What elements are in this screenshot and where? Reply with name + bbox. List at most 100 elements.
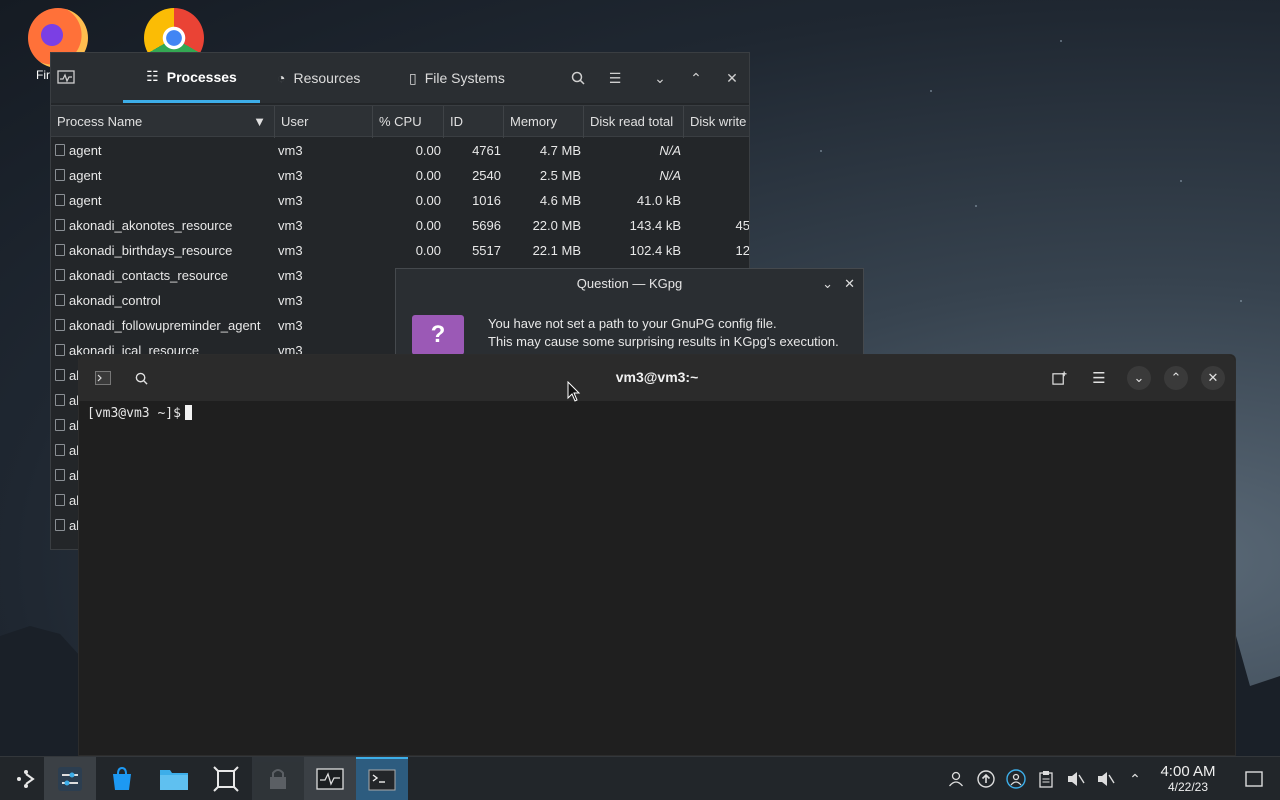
table-row[interactable]: akonadi_akonotes_resource vm3 0.00 5696 22.0… bbox=[51, 213, 749, 238]
launcher-icon bbox=[17, 770, 35, 788]
cell-mem: 2.5 MB bbox=[539, 168, 581, 183]
process-icon bbox=[55, 444, 65, 456]
cell-id: 4761 bbox=[472, 143, 501, 158]
cell-cpu: 0.00 bbox=[415, 143, 441, 158]
cell-write bbox=[684, 163, 749, 188]
tab-resources-label: Resources bbox=[293, 70, 361, 86]
process-icon bbox=[55, 369, 65, 381]
cell-write: 45 bbox=[735, 218, 750, 233]
clipboard-icon[interactable] bbox=[1036, 769, 1056, 789]
cell-cpu: 0.00 bbox=[415, 243, 441, 258]
cell-user: vm3 bbox=[278, 243, 303, 258]
updates-icon[interactable] bbox=[976, 769, 996, 789]
cell-id: 2540 bbox=[472, 168, 501, 183]
maximize-icon[interactable]: ⌃ bbox=[685, 67, 707, 89]
sort-desc-icon: ▼ bbox=[253, 114, 266, 129]
hamburger-menu-icon[interactable]: ☰ bbox=[604, 67, 626, 89]
cell-mem: 4.6 MB bbox=[539, 193, 581, 208]
tab-file-systems[interactable]: ▯ File Systems bbox=[409, 53, 505, 103]
cell-mem: 22.0 MB bbox=[532, 218, 581, 233]
system-monitor-task[interactable] bbox=[304, 757, 356, 800]
star bbox=[1060, 40, 1062, 42]
table-row[interactable]: akonadi_birthdays_resource vm3 0.00 5517 22.… bbox=[51, 238, 749, 263]
column-process-name[interactable]: Process Name ▼ bbox=[51, 106, 275, 138]
cell-name: agent bbox=[69, 143, 102, 158]
overview-frame-icon bbox=[213, 766, 239, 792]
cell-id: 5696 bbox=[472, 218, 501, 233]
cell-mem: 22.1 MB bbox=[532, 243, 581, 258]
tab-resources[interactable]: ◔ Resources bbox=[277, 53, 360, 103]
cell-name: agent bbox=[69, 168, 102, 183]
cell-user: vm3 bbox=[278, 293, 303, 308]
process-icon bbox=[55, 344, 65, 356]
close-icon[interactable]: ✕ bbox=[721, 67, 743, 89]
microphone-muted-icon[interactable] bbox=[1096, 769, 1116, 789]
chevron-up-icon[interactable]: ⌃ bbox=[1125, 769, 1145, 789]
cell-read: N/A bbox=[659, 168, 681, 183]
cell-user: vm3 bbox=[278, 193, 303, 208]
process-icon bbox=[55, 519, 65, 531]
terminal-body[interactable]: [vm3@vm3 ~]$ bbox=[79, 401, 1235, 755]
sysmon-titlebar: ☷ Processes ◔ Resources ▯ File Systems ☰… bbox=[51, 53, 749, 103]
kgpg-task[interactable] bbox=[252, 757, 304, 800]
show-desktop-icon[interactable] bbox=[1244, 769, 1264, 789]
store-bag-icon bbox=[113, 766, 131, 790]
maximize-icon[interactable]: ⌃ bbox=[1164, 366, 1188, 390]
terminal-window: vm3@vm3:~ ☰ ⌄ ⌃ ✕ [vm3@vm3 ~]$ bbox=[78, 354, 1236, 756]
new-tab-icon[interactable] bbox=[1047, 366, 1071, 390]
table-row[interactable]: agent vm3 0.00 2540 2.5 MB N/A bbox=[51, 163, 749, 188]
column-cpu[interactable]: % CPU bbox=[373, 106, 444, 138]
hamburger-menu-icon[interactable]: ☰ bbox=[1087, 366, 1111, 390]
table-row[interactable]: agent vm3 0.00 1016 4.6 MB 41.0 kB bbox=[51, 188, 749, 213]
minimize-icon[interactable]: ⌄ bbox=[649, 67, 671, 89]
cell-write bbox=[684, 188, 749, 213]
column-disk-read[interactable]: Disk read total bbox=[584, 106, 684, 138]
process-icon bbox=[55, 469, 65, 481]
terminal-titlebar: vm3@vm3:~ ☰ ⌄ ⌃ ✕ bbox=[79, 355, 1235, 401]
cell-name: akonadi_birthdays_resource bbox=[69, 243, 233, 258]
table-row[interactable]: agent vm3 0.00 4761 4.7 MB N/A bbox=[51, 138, 749, 163]
star bbox=[975, 205, 977, 207]
minimize-icon[interactable]: ⌄ bbox=[822, 269, 833, 299]
lock-icon bbox=[270, 769, 286, 789]
process-icon bbox=[55, 269, 65, 281]
column-id[interactable]: ID bbox=[444, 106, 504, 138]
overview-task[interactable] bbox=[200, 757, 252, 800]
clock[interactable]: 4:00 AM 4/22/23 bbox=[1152, 763, 1224, 794]
clock-date: 4/22/23 bbox=[1167, 780, 1209, 794]
cell-name: akonadi_control bbox=[69, 293, 161, 308]
search-icon[interactable] bbox=[567, 67, 589, 89]
cell-user: vm3 bbox=[278, 268, 303, 283]
tab-processes[interactable]: ☷ Processes bbox=[123, 53, 260, 103]
terminal-task[interactable] bbox=[356, 757, 408, 800]
settings-sliders-icon bbox=[58, 767, 82, 791]
column-user[interactable]: User bbox=[275, 106, 373, 138]
system-settings-task[interactable] bbox=[44, 757, 96, 800]
star bbox=[1240, 300, 1242, 302]
dialog-message-line2: This may cause some surprising results i… bbox=[488, 334, 839, 349]
column-memory[interactable]: Memory bbox=[504, 106, 584, 138]
column-disk-write[interactable]: Disk write bbox=[684, 106, 749, 138]
terminal-icon bbox=[368, 769, 396, 791]
process-icon bbox=[55, 494, 65, 506]
minimize-icon[interactable]: ⌄ bbox=[1127, 366, 1151, 390]
cell-user: vm3 bbox=[278, 168, 303, 183]
taskbar: ⌃ 4:00 AM 4/22/23 bbox=[0, 756, 1280, 800]
tab-file-systems-label: File Systems bbox=[424, 70, 505, 86]
cell-write bbox=[684, 138, 749, 163]
file-manager-task[interactable] bbox=[148, 757, 200, 800]
close-icon[interactable]: ✕ bbox=[844, 269, 855, 299]
close-icon[interactable]: ✕ bbox=[1201, 366, 1225, 390]
volume-muted-icon[interactable] bbox=[1066, 769, 1086, 789]
disk-icon: ▯ bbox=[409, 69, 417, 86]
text-cursor bbox=[184, 405, 192, 420]
cell-cpu: 0.00 bbox=[415, 168, 441, 183]
mouse-pointer-icon bbox=[567, 381, 581, 402]
cell-user: vm3 bbox=[278, 143, 303, 158]
user-icon[interactable] bbox=[946, 769, 966, 789]
discover-task[interactable] bbox=[96, 757, 148, 800]
dialog-message-line1: You have not set a path to your GnuPG co… bbox=[488, 316, 777, 331]
cell-read: 102.4 kB bbox=[629, 243, 681, 258]
network-icon[interactable] bbox=[1006, 769, 1026, 789]
question-icon: ? bbox=[412, 315, 464, 355]
